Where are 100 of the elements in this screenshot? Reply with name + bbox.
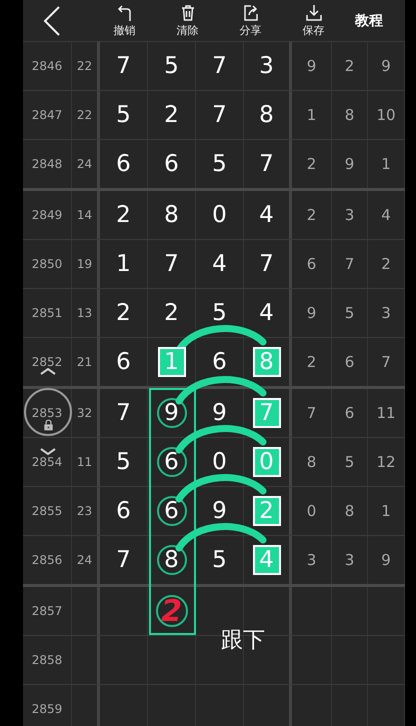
tail-value: 2 xyxy=(381,255,391,273)
tail-value: 6 xyxy=(306,255,316,273)
digit: 6 xyxy=(116,349,131,375)
highlighted-digit: 4 xyxy=(252,545,280,575)
period-number: 2858 xyxy=(32,653,62,667)
digit: 0 xyxy=(212,202,227,228)
tail-value: 8 xyxy=(344,502,354,520)
digit: 7 xyxy=(259,151,274,177)
period-number: 2857 xyxy=(32,604,62,618)
tail-value: 11 xyxy=(376,404,396,422)
digit: 4 xyxy=(259,202,274,228)
digit: 5 xyxy=(212,547,227,573)
digit: 2 xyxy=(164,102,179,128)
highlighted-digit: 1 xyxy=(158,347,186,377)
chevron-left-icon xyxy=(42,4,62,36)
period-number: 2856 xyxy=(32,553,62,567)
note-text: 跟下 xyxy=(221,627,265,655)
digit: 7 xyxy=(212,102,227,128)
period-number: 2852 xyxy=(32,355,62,369)
toolbar-button[interactable]: 清除 xyxy=(156,4,219,38)
period-number: 2850 xyxy=(32,257,62,271)
tail-value: 9 xyxy=(381,551,391,569)
sum-value: 24 xyxy=(76,553,92,567)
undo-icon xyxy=(116,4,134,22)
period-number: 2848 xyxy=(32,157,62,171)
tail-value: 9 xyxy=(381,57,391,75)
digit: 5 xyxy=(212,151,227,177)
period-number: 2846 xyxy=(32,59,62,73)
tail-value: 1 xyxy=(381,502,391,520)
digit: 7 xyxy=(116,53,131,79)
lock-icon xyxy=(42,419,54,431)
tail-value: 3 xyxy=(306,551,316,569)
digit: 2 xyxy=(164,300,179,326)
toolbar-button[interactable]: 撤销 xyxy=(93,4,156,38)
caret-up-icon[interactable] xyxy=(40,368,56,375)
sum-value: 23 xyxy=(76,504,92,518)
digit: 5 xyxy=(116,102,131,128)
tail-value: 2 xyxy=(306,353,316,371)
tail-value: 5 xyxy=(344,453,354,471)
tail-value: 7 xyxy=(344,255,354,273)
digit: 6 xyxy=(164,151,179,177)
tail-value: 12 xyxy=(376,453,396,471)
digit: 5 xyxy=(164,53,179,79)
lock-button[interactable] xyxy=(24,388,72,436)
toolbar-button[interactable]: 分享 xyxy=(219,4,282,38)
digit: 7 xyxy=(116,547,131,573)
caret-down-icon[interactable] xyxy=(40,448,56,455)
sum-value: 32 xyxy=(76,406,92,420)
period-number: 2859 xyxy=(32,702,62,716)
highlighted-digit: 0 xyxy=(252,447,280,477)
highlighted-digit: 8 xyxy=(252,347,280,377)
digit: 8 xyxy=(164,202,179,228)
tail-value: 9 xyxy=(306,304,316,322)
sum-value: 14 xyxy=(76,208,92,222)
sum-value: 19 xyxy=(76,257,92,271)
tail-value: 4 xyxy=(381,206,391,224)
tail-value: 8 xyxy=(306,453,316,471)
tail-value: 2 xyxy=(306,155,316,173)
tail-value: 0 xyxy=(306,502,316,520)
tail-value: 1 xyxy=(381,155,391,173)
tail-value: 10 xyxy=(376,106,396,124)
toolbar-button[interactable]: 保存 xyxy=(282,4,345,38)
tail-value: 3 xyxy=(344,551,354,569)
tail-value: 5 xyxy=(344,304,354,322)
circled-digit: 6 xyxy=(156,447,186,477)
sum-value: 22 xyxy=(76,108,92,122)
sum-value: 21 xyxy=(76,355,92,369)
digit: 7 xyxy=(116,400,131,426)
tail-value: 3 xyxy=(381,304,391,322)
digit: 7 xyxy=(259,251,274,277)
digit: 7 xyxy=(164,251,179,277)
share-icon xyxy=(242,4,260,22)
period-number: 2847 xyxy=(32,108,62,122)
tutorial-button[interactable]: 教程 xyxy=(351,10,387,32)
tail-value: 2 xyxy=(344,57,354,75)
period-number: 2851 xyxy=(32,306,62,320)
digit: 9 xyxy=(212,400,227,426)
digit: 0 xyxy=(212,449,227,475)
digit: 7 xyxy=(212,53,227,79)
digit: 8 xyxy=(259,102,274,128)
tail-value: 7 xyxy=(306,404,316,422)
sum-value: 24 xyxy=(76,157,92,171)
tail-value: 2 xyxy=(306,206,316,224)
digit: 4 xyxy=(259,300,274,326)
digit: 1 xyxy=(116,251,131,277)
handwritten-digit: 2 xyxy=(156,595,188,627)
circled-digit: 9 xyxy=(156,398,186,428)
tail-value: 1 xyxy=(306,106,316,124)
period-number: 2854 xyxy=(32,455,62,469)
digit: 2 xyxy=(116,300,131,326)
tail-value: 8 xyxy=(344,106,354,124)
digit: 9 xyxy=(212,498,227,524)
digit: 5 xyxy=(116,449,131,475)
sum-value: 22 xyxy=(76,59,92,73)
digit: 3 xyxy=(259,53,274,79)
digit: 6 xyxy=(116,498,131,524)
tail-value: 3 xyxy=(344,206,354,224)
digit: 6 xyxy=(116,151,131,177)
tail-value: 6 xyxy=(344,404,354,422)
highlighted-digit: 7 xyxy=(252,398,280,428)
